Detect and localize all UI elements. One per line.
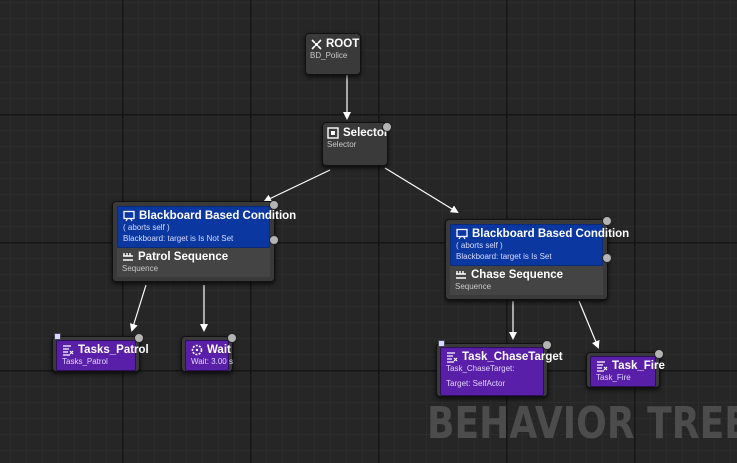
selector-subtitle: Selector [327, 140, 357, 149]
task-fire-title: Task_Fire [612, 360, 665, 372]
selector-output-pin[interactable] [382, 122, 392, 132]
wire-selector-chase [384, 167, 459, 214]
tasks-patrol-subtitle: Tasks_Patrol [62, 357, 108, 366]
root-title: ROOT [326, 38, 360, 50]
patrol-decorator[interactable]: Blackboard Based Condition ( aborts self… [117, 206, 296, 248]
chase-decorator[interactable]: Blackboard Based Condition ( aborts self… [450, 224, 629, 266]
task-fire-body[interactable]: Task_Fire Task_Fire [590, 356, 665, 387]
task-chasetarget-title: Task_ChaseTarget [462, 351, 563, 363]
patrol-decorator-aborts: ( aborts self ) [123, 223, 170, 232]
task-icon [62, 344, 74, 356]
root-node[interactable]: ROOT BD_Police [305, 33, 361, 75]
tasks-patrol-output-pin[interactable] [134, 333, 144, 343]
wait-subtitle: Wait: 3.00 s [191, 357, 233, 366]
task-icon [446, 351, 458, 363]
task-chasetarget-body[interactable]: Task_ChaseTarget Task_ChaseTarget: Targe… [440, 347, 563, 396]
wait-node[interactable]: Wait Wait: 3.00 s [181, 333, 237, 372]
root-subtitle: BD_Police [310, 51, 348, 60]
patrol-sequence-subtitle: Sequence [122, 264, 159, 273]
sequence-icon [122, 251, 134, 263]
task-icon [596, 360, 608, 372]
task-fire-node[interactable]: Task_Fire Task_Fire [586, 349, 665, 388]
chase-decorator-condition: Blackboard: target is Is Set [456, 252, 552, 261]
blackboard-icon [123, 210, 135, 222]
chase-sequence-subtitle: Sequence [455, 282, 492, 291]
behavior-tree-watermark: BEHAVIOR TREE [427, 398, 737, 449]
task-chasetarget-input-pin[interactable] [438, 340, 445, 347]
wait-title: Wait [207, 344, 231, 356]
blackboard-icon [456, 228, 468, 240]
chase-output-pin[interactable] [602, 253, 612, 263]
task-chasetarget-output-pin[interactable] [542, 340, 552, 350]
chase-decorator-title: Blackboard Based Condition [472, 228, 630, 240]
wait-body[interactable]: Wait Wait: 3.00 s [185, 340, 233, 371]
selector-icon [327, 127, 339, 139]
wait-icon [191, 344, 203, 356]
wire-selector-patrol [263, 169, 331, 203]
wire-patrol-tasks [129, 284, 147, 332]
patrol-output-pin[interactable] [269, 235, 279, 245]
task-chasetarget-subtitle: Task_ChaseTarget: [446, 364, 515, 373]
task-chasetarget-node[interactable]: Task_ChaseTarget Task_ChaseTarget: Targe… [436, 340, 563, 397]
patrol-decorator-title: Blackboard Based Condition [139, 210, 297, 222]
sequence-icon [455, 269, 467, 281]
tasks-patrol-node[interactable]: Tasks_Patrol Tasks_Patrol [52, 333, 149, 372]
chase-decorator-pin[interactable] [602, 216, 612, 226]
root-icon [310, 38, 322, 50]
tasks-patrol-input-pin[interactable] [54, 333, 61, 340]
chase-sequence-node[interactable]: Blackboard Based Condition ( aborts self… [445, 216, 629, 300]
wait-output-pin[interactable] [227, 333, 237, 343]
task-fire-output-pin[interactable] [654, 349, 664, 359]
tasks-patrol-title: Tasks_Patrol [78, 344, 149, 356]
chase-sequence-title: Chase Sequence [471, 269, 564, 281]
patrol-sequence-node[interactable]: Blackboard Based Condition ( aborts self… [112, 200, 296, 282]
patrol-sequence-title: Patrol Sequence [138, 251, 229, 263]
wire-chase-fire [578, 300, 600, 349]
tasks-patrol-body[interactable]: Tasks_Patrol Tasks_Patrol [56, 340, 149, 371]
selector-node[interactable]: Selector Selector [322, 122, 392, 166]
task-fire-subtitle: Task_Fire [596, 373, 631, 382]
task-chasetarget-detail: Target: SelfActor [446, 379, 506, 388]
patrol-decorator-condition: Blackboard: target is Is Not Set [123, 234, 234, 243]
chase-decorator-aborts: ( aborts self ) [456, 241, 503, 250]
patrol-decorator-pin[interactable] [269, 200, 279, 210]
